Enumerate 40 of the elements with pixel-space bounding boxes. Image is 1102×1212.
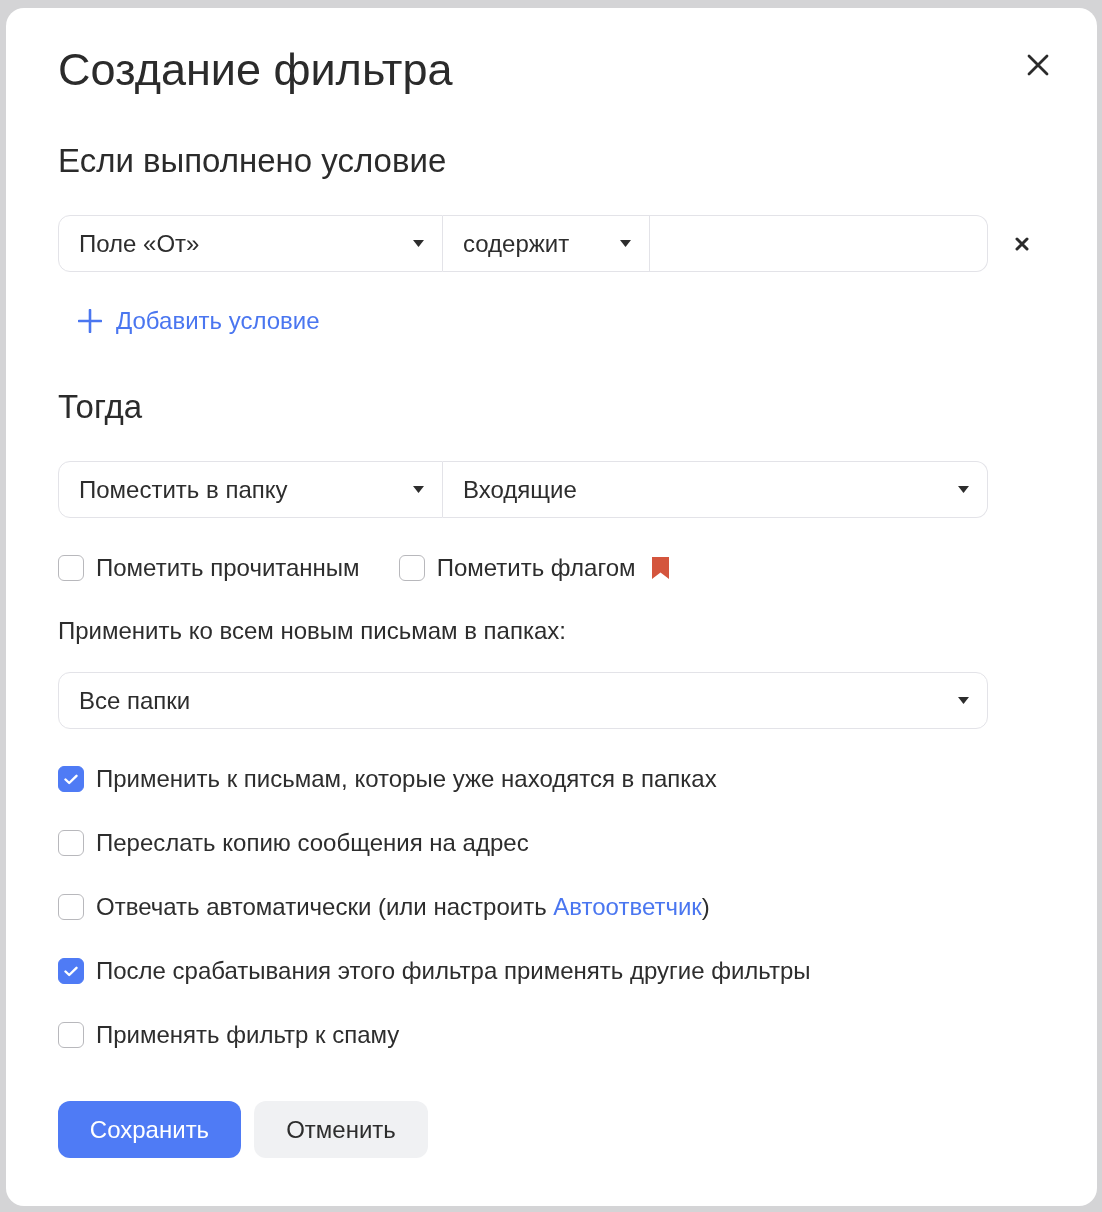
caret-down-icon bbox=[413, 486, 424, 493]
cancel-button[interactable]: Отменить bbox=[254, 1101, 428, 1158]
option-label: Переслать копию сообщения на адрес bbox=[96, 829, 529, 857]
option-label: Пометить флагом bbox=[436, 554, 636, 582]
value-input[interactable] bbox=[650, 215, 988, 272]
apply-scope-label: Применить ко всем новым письмам в папках: bbox=[58, 617, 567, 645]
option-label: После срабатывания этого фильтра применять другие фильтры bbox=[96, 957, 811, 985]
save-button[interactable]: Сохранить bbox=[58, 1101, 241, 1158]
caret-down-icon bbox=[958, 697, 969, 704]
operator-select[interactable]: содержит bbox=[443, 215, 650, 272]
option-label: Пометить прочитанным bbox=[96, 554, 360, 582]
checkmark-icon bbox=[64, 773, 78, 785]
checkbox[interactable] bbox=[58, 958, 84, 984]
caret-down-icon bbox=[620, 240, 631, 247]
remove-condition-button[interactable] bbox=[1014, 235, 1030, 252]
checkmark-icon bbox=[64, 965, 78, 977]
folders-select[interactable]: Все папки bbox=[58, 672, 988, 729]
option-label: Применять фильтр к спаму bbox=[96, 1021, 400, 1049]
option-label: Применить к письмам, которые уже находятся в папках bbox=[96, 765, 717, 793]
caret-down-icon bbox=[958, 486, 969, 493]
section-heading: Тогда bbox=[58, 389, 144, 425]
checkbox[interactable] bbox=[58, 1022, 84, 1048]
caret-down-icon bbox=[413, 240, 424, 247]
bookmark-icon bbox=[652, 557, 670, 579]
autoresponder-link[interactable]: Автоответчик bbox=[553, 893, 702, 920]
folder-select[interactable]: Входящие bbox=[443, 461, 988, 518]
cross-icon bbox=[1015, 236, 1029, 251]
close-icon bbox=[1027, 54, 1049, 76]
field-select[interactable]: Поле «От» bbox=[58, 215, 443, 272]
add-condition-link[interactable]: Добавить условие bbox=[78, 307, 320, 335]
option-label: Отвечать автоматически (или настроить Автоответчик) bbox=[96, 893, 710, 921]
plus-icon bbox=[78, 309, 102, 333]
checkbox[interactable] bbox=[398, 555, 425, 581]
checkbox[interactable] bbox=[58, 766, 84, 792]
section-heading: Если выполнено условие bbox=[58, 143, 448, 179]
checkbox[interactable] bbox=[58, 830, 84, 856]
checkbox[interactable] bbox=[58, 555, 84, 581]
checkbox[interactable] bbox=[58, 894, 84, 920]
dialog-title: Создание фильтра bbox=[58, 44, 453, 96]
action-select[interactable]: Поместить в папку bbox=[58, 461, 443, 518]
